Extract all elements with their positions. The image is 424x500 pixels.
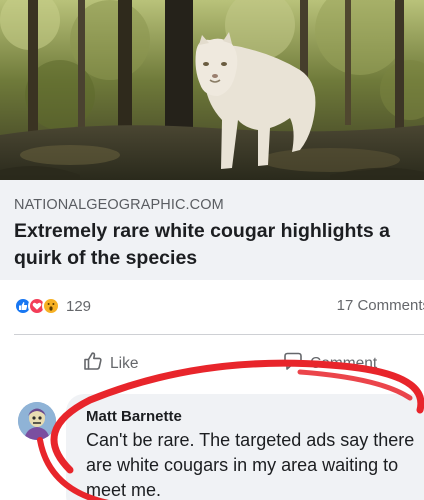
post-actions: Like Comment (0, 340, 424, 386)
like-button-label: Like (110, 354, 139, 372)
post-stats-bar: 129 17 Comments (0, 280, 424, 332)
reactions-summary[interactable]: 129 (14, 296, 91, 316)
comment-icon (282, 350, 310, 377)
reaction-count: 129 (66, 297, 92, 315)
white-cougar-photo (0, 0, 424, 180)
divider (14, 334, 424, 335)
comment: Matt Barnette Can't be rare. The targete… (0, 388, 424, 500)
comment-author[interactable]: Matt Barnette (86, 408, 182, 425)
comment-button[interactable]: Comment (282, 350, 377, 377)
link-domain: NATIONALGEOGRAPHIC.COM (14, 197, 224, 213)
link-headline[interactable]: Extremely rare white cougar highlights a… (14, 218, 414, 272)
comment-count-link[interactable]: 17 Comments (337, 297, 424, 314)
comment-text: Can't be rare. The targeted ads say ther… (86, 430, 415, 500)
like-button[interactable]: Like (82, 350, 138, 377)
avatar[interactable] (18, 402, 56, 440)
thumbs-up-icon (82, 350, 110, 377)
wow-reaction-icon (42, 297, 60, 315)
comment-button-label: Comment (310, 354, 378, 372)
article-image[interactable] (0, 0, 424, 180)
link-preview-card[interactable]: NATIONALGEOGRAPHIC.COM Extremely rare wh… (0, 180, 424, 280)
